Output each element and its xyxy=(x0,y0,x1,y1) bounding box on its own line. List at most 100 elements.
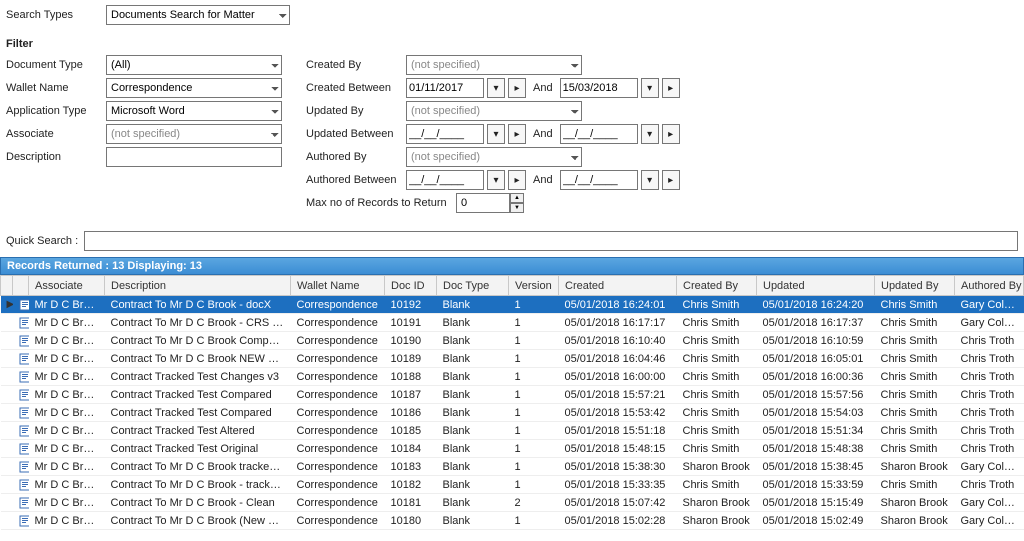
cell-version: 2 xyxy=(509,494,559,512)
authored-from-input[interactable] xyxy=(406,170,484,190)
col-doc-id[interactable]: Doc ID xyxy=(385,276,437,296)
cell-authored-by: Chris Troth xyxy=(955,332,1024,350)
updated-to-go-button[interactable]: ▸ xyxy=(662,124,680,144)
cell-updated-by: Chris Smith xyxy=(875,314,955,332)
cell-wallet: Correspondence xyxy=(291,494,385,512)
table-row[interactable]: Mr D C BrookContract Tracked Test Altere… xyxy=(1,422,1024,440)
cell-docid: 10184 xyxy=(385,440,437,458)
cell-created-by: Chris Smith xyxy=(677,422,757,440)
table-row[interactable]: ▶Mr D C BrookContract To Mr D C Brook - … xyxy=(1,296,1024,314)
cell-authored-by: Chris Troth xyxy=(955,350,1024,368)
max-records-up-button[interactable]: ▲ xyxy=(510,193,524,203)
quick-search-label: Quick Search : xyxy=(6,235,78,247)
cell-updated-by: Sharon Brook xyxy=(875,494,955,512)
cell-authored-by: Gary Colclough xyxy=(955,314,1024,332)
authored-to-input[interactable] xyxy=(560,170,638,190)
updated-by-select[interactable]: (not specified) xyxy=(406,101,582,121)
max-records-input[interactable] xyxy=(456,193,510,213)
cell-description: Contract To Mr D C Brook - tracked crs xyxy=(105,476,291,494)
cell-created: 05/01/2018 16:17:17 xyxy=(559,314,677,332)
cell-docid: 10181 xyxy=(385,494,437,512)
cell-doctype: Blank xyxy=(437,404,509,422)
cell-description: Contract To Mr D C Brook Compare doc xyxy=(105,332,291,350)
word-document-icon xyxy=(19,497,29,509)
created-from-calendar-icon[interactable]: ▾ xyxy=(487,78,505,98)
cell-updated: 05/01/2018 15:15:49 xyxy=(757,494,875,512)
table-row[interactable]: Mr D C BrookContract To Mr D C Brook NEW… xyxy=(1,350,1024,368)
updated-to-calendar-icon[interactable]: ▾ xyxy=(641,124,659,144)
table-row[interactable]: Mr D C BrookContract Tracked Test Change… xyxy=(1,368,1024,386)
cell-created-by: Sharon Brook xyxy=(677,494,757,512)
table-row[interactable]: Mr D C BrookContract To Mr D C Brook - t… xyxy=(1,476,1024,494)
table-row[interactable]: Mr D C BrookContract To Mr D C Brook (Ne… xyxy=(1,512,1024,530)
authored-from-go-button[interactable]: ▸ xyxy=(508,170,526,190)
search-types-select[interactable]: Documents Search for Matter xyxy=(106,5,290,25)
col-doc-type[interactable]: Doc Type xyxy=(437,276,509,296)
cell-created-by: Chris Smith xyxy=(677,386,757,404)
col-created[interactable]: Created xyxy=(559,276,677,296)
document-type-select[interactable]: (All) xyxy=(106,55,282,75)
cell-description: Contract Tracked Test Changes v3 xyxy=(105,368,291,386)
cell-associate: Mr D C Brook xyxy=(29,440,105,458)
created-to-calendar-icon[interactable]: ▾ xyxy=(641,78,659,98)
created-from-input[interactable] xyxy=(406,78,484,98)
word-document-icon xyxy=(19,371,29,383)
col-version[interactable]: Version xyxy=(509,276,559,296)
cell-associate: Mr D C Brook xyxy=(29,494,105,512)
cell-description: Contract To Mr D C Brook - Clean xyxy=(105,494,291,512)
cell-authored-by: Chris Troth xyxy=(955,440,1024,458)
max-records-down-button[interactable]: ▼ xyxy=(510,203,524,213)
col-description[interactable]: Description xyxy=(105,276,291,296)
table-row[interactable]: Mr D C BrookContract To Mr D C Brook Com… xyxy=(1,332,1024,350)
cell-description: Contract To Mr D C Brook - docX xyxy=(105,296,291,314)
table-row[interactable]: Mr D C BrookContract To Mr D C Brook - C… xyxy=(1,494,1024,512)
table-row[interactable]: Mr D C BrookContract Tracked Test Origin… xyxy=(1,440,1024,458)
cell-updated-by: Sharon Brook xyxy=(875,512,955,530)
cell-doctype: Blank xyxy=(437,440,509,458)
cell-created-by: Chris Smith xyxy=(677,476,757,494)
updated-from-input[interactable] xyxy=(406,124,484,144)
created-from-go-button[interactable]: ▸ xyxy=(508,78,526,98)
application-type-select[interactable]: Microsoft Word xyxy=(106,101,282,121)
cell-created: 05/01/2018 16:04:46 xyxy=(559,350,677,368)
created-by-select[interactable]: (not specified) xyxy=(406,55,582,75)
cell-updated-by: Sharon Brook xyxy=(875,458,955,476)
results-table[interactable]: Associate Description Wallet Name Doc ID… xyxy=(0,275,1024,530)
authored-from-calendar-icon[interactable]: ▾ xyxy=(487,170,505,190)
updated-from-calendar-icon[interactable]: ▾ xyxy=(487,124,505,144)
cell-associate: Mr D C Brook xyxy=(29,368,105,386)
col-wallet-name[interactable]: Wallet Name xyxy=(291,276,385,296)
table-row[interactable]: Mr D C BrookContract To Mr D C Brook - C… xyxy=(1,314,1024,332)
authored-to-go-button[interactable]: ▸ xyxy=(662,170,680,190)
cell-doctype: Blank xyxy=(437,350,509,368)
col-updated-by[interactable]: Updated By xyxy=(875,276,955,296)
created-to-go-button[interactable]: ▸ xyxy=(662,78,680,98)
table-row[interactable]: Mr D C BrookContract To Mr D C Brook tra… xyxy=(1,458,1024,476)
cell-associate: Mr D C Brook xyxy=(29,296,105,314)
col-associate[interactable]: Associate xyxy=(29,276,105,296)
wallet-name-select[interactable]: Correspondence xyxy=(106,78,282,98)
created-to-input[interactable] xyxy=(560,78,638,98)
associate-select[interactable]: (not specified) xyxy=(106,124,282,144)
col-updated[interactable]: Updated xyxy=(757,276,875,296)
table-row[interactable]: Mr D C BrookContract Tracked Test Compar… xyxy=(1,386,1024,404)
cell-docid: 10182 xyxy=(385,476,437,494)
col-authored-by[interactable]: Authored By xyxy=(955,276,1024,296)
updated-from-go-button[interactable]: ▸ xyxy=(508,124,526,144)
cell-wallet: Correspondence xyxy=(291,332,385,350)
cell-version: 1 xyxy=(509,440,559,458)
authored-by-select[interactable]: (not specified) xyxy=(406,147,582,167)
cell-created: 05/01/2018 15:38:30 xyxy=(559,458,677,476)
cell-updated-by: Chris Smith xyxy=(875,476,955,494)
col-created-by[interactable]: Created By xyxy=(677,276,757,296)
description-input[interactable] xyxy=(106,147,282,167)
word-document-icon xyxy=(19,353,29,365)
cell-updated: 05/01/2018 15:54:03 xyxy=(757,404,875,422)
updated-to-input[interactable] xyxy=(560,124,638,144)
cell-created-by: Sharon Brook xyxy=(677,512,757,530)
authored-to-calendar-icon[interactable]: ▾ xyxy=(641,170,659,190)
word-document-icon xyxy=(19,335,29,347)
cell-docid: 10189 xyxy=(385,350,437,368)
quick-search-input[interactable] xyxy=(84,231,1018,251)
table-row[interactable]: Mr D C BrookContract Tracked Test Compar… xyxy=(1,404,1024,422)
